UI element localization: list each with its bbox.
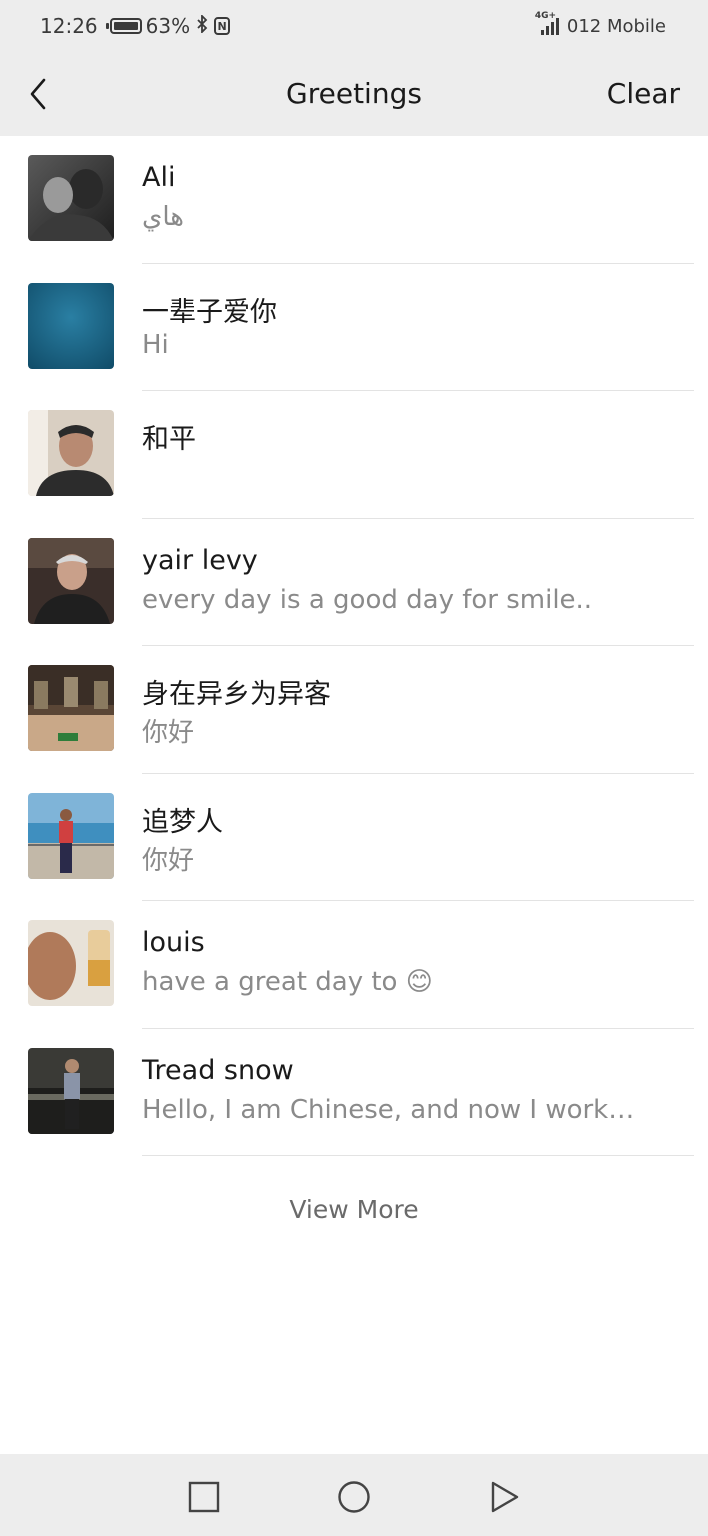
contact-name: Tread snow — [142, 1054, 294, 1086]
recent-apps-button[interactable] — [187, 1480, 221, 1514]
navigation-bar — [0, 1454, 708, 1536]
home-button[interactable] — [337, 1480, 371, 1514]
avatar — [28, 155, 114, 241]
nfc-icon: N — [214, 17, 231, 35]
view-more-button[interactable]: View More — [0, 1190, 708, 1230]
contact-name: 和平 — [142, 424, 196, 455]
greeting-message: Hello, I am Chinese, and now I work… — [142, 1094, 635, 1125]
list-item[interactable]: 身在异乡为异客 你好 — [0, 646, 708, 774]
list-item[interactable]: Ali هاي — [0, 136, 708, 264]
avatar — [28, 665, 114, 751]
back-button[interactable] — [18, 74, 58, 114]
avatar — [28, 1047, 114, 1134]
bluetooth-icon — [196, 13, 208, 38]
circle-icon — [338, 1481, 370, 1513]
signal-icon: 4G+ — [535, 11, 559, 35]
square-icon — [188, 1481, 220, 1513]
greeting-message: Hi — [142, 329, 169, 360]
greeting-message: every day is a good day for smile.. — [142, 584, 593, 615]
page-title: Greetings — [286, 77, 422, 110]
carrier-name: 012 Mobile — [566, 15, 666, 37]
avatar — [28, 792, 114, 879]
contact-name: yair levy — [142, 544, 258, 576]
contact-name: 追梦人 — [142, 806, 223, 838]
header: Greetings Clear — [0, 52, 708, 136]
avatar — [28, 920, 114, 1006]
list-item[interactable]: 和平 — [0, 391, 708, 519]
status-left: 12:26 63% N — [40, 12, 231, 40]
status-bar: 12:26 63% N 4G+ 012 Mobile — [0, 0, 708, 52]
status-right: 4G+ 012 Mobile — [535, 11, 666, 40]
avatar — [28, 537, 114, 624]
contact-name: 身在异乡为异客 — [142, 679, 331, 710]
list-item[interactable]: Tread snow Hello, I am Chinese, and now … — [0, 1029, 708, 1156]
list-item[interactable]: yair levy every day is a good day for sm… — [0, 519, 708, 646]
list-item[interactable]: louis have a great day to 😊 — [0, 901, 708, 1029]
contact-name: Ali — [142, 162, 176, 193]
list-item[interactable]: 追梦人 你好 — [0, 774, 708, 901]
avatar — [28, 282, 114, 369]
greeting-message: هاي — [142, 202, 184, 232]
greeting-message: 你好 — [142, 845, 195, 876]
clear-button[interactable]: Clear — [607, 52, 680, 136]
avatar — [28, 410, 114, 496]
network-type-label: 4G+ — [534, 11, 557, 21]
contact-name: louis — [142, 927, 205, 958]
contact-name: 一辈子爱你 — [142, 296, 277, 328]
battery-icon — [105, 18, 142, 34]
chevron-left-icon — [30, 78, 46, 110]
list-item[interactable]: 一辈子爱你 Hi — [0, 264, 708, 391]
divider — [142, 1155, 694, 1156]
status-time: 12:26 — [40, 14, 98, 38]
nav-back-button[interactable] — [487, 1480, 521, 1514]
greeting-message: 你好 — [142, 718, 195, 748]
triangle-back-icon — [491, 1481, 519, 1513]
greeting-message: have a great day to 😊 — [142, 967, 433, 997]
greetings-list: Ali هاي 一辈子爱你 Hi 和平 yair levy every day … — [0, 136, 708, 1156]
battery-percentage: 63% — [145, 14, 191, 38]
